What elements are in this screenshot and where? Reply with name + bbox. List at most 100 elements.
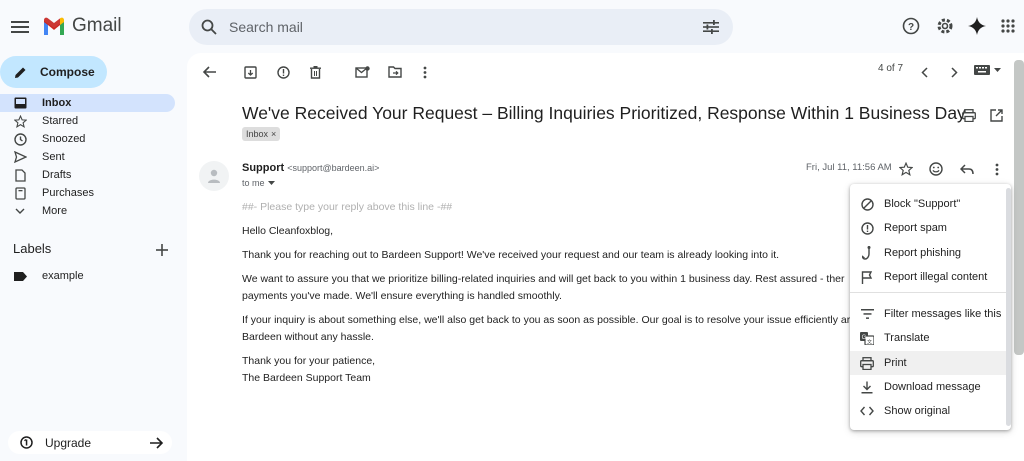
input-tools-button[interactable] — [974, 65, 1001, 75]
chip-label: Inbox — [246, 129, 269, 139]
star-icon — [13, 114, 27, 128]
person-icon — [208, 169, 220, 183]
phishing-icon — [860, 246, 874, 260]
dropdown-arrow-icon — [994, 68, 1001, 72]
print-all-icon[interactable] — [959, 105, 979, 125]
message-more-menu: Block "Support" Report spam Report phish… — [850, 184, 1011, 430]
block-icon — [860, 197, 874, 211]
more-vert-icon[interactable] — [987, 159, 1007, 179]
svg-text:文: 文 — [867, 338, 872, 345]
sidebar-item-purchases[interactable]: Purchases — [0, 184, 175, 202]
sender-info[interactable]: Support <support@bardeen.ai> — [242, 162, 379, 174]
main-menu-icon[interactable] — [10, 17, 30, 37]
help-icon[interactable]: ? — [901, 16, 921, 36]
menu-item-block[interactable]: Block "Support" — [850, 192, 1006, 216]
move-to-icon[interactable] — [385, 62, 405, 82]
keyboard-icon — [974, 65, 990, 75]
menu-item-label: Download message — [884, 381, 981, 393]
gemini-icon[interactable] — [967, 16, 987, 36]
message-subject: We've Received Your Request – Billing In… — [242, 103, 966, 123]
add-label-icon[interactable] — [152, 240, 172, 260]
arrow-right-icon — [150, 436, 164, 449]
recipient-details[interactable]: to me — [242, 178, 275, 188]
delete-icon[interactable] — [305, 62, 325, 82]
menu-item-label: Print — [884, 357, 907, 369]
chevron-down-icon — [13, 204, 27, 218]
menu-item-report-spam[interactable]: Report spam — [850, 216, 1006, 240]
menu-item-label: Report illegal content — [884, 271, 988, 283]
menu-item-label: Show original — [884, 405, 951, 417]
message-date: Fri, Jul 11, 11:56 AM — [806, 162, 892, 173]
translate-icon: G文 — [860, 331, 874, 345]
menu-item-report-phishing[interactable]: Report phishing — [850, 241, 1006, 265]
upgrade-button[interactable]: Upgrade — [8, 431, 172, 454]
remove-label-icon[interactable]: × — [271, 129, 276, 139]
menu-item-translate[interactable]: G文 Translate — [850, 326, 1006, 350]
pencil-icon — [15, 67, 26, 78]
purchases-icon — [13, 186, 27, 200]
sidebar-item-snoozed[interactable]: Snoozed — [0, 130, 175, 148]
menu-item-report-illegal[interactable]: Report illegal content — [850, 265, 1006, 289]
svg-text:G: G — [862, 335, 867, 341]
upgrade-icon — [20, 436, 33, 449]
sidebar-label-example[interactable]: example — [0, 267, 175, 285]
sidebar-item-label: Purchases — [42, 187, 94, 199]
settings-icon[interactable] — [935, 16, 955, 36]
sidebar-item-drafts[interactable]: Drafts — [0, 166, 175, 184]
report-spam-icon[interactable] — [273, 62, 293, 82]
menu-item-label: Report phishing — [884, 247, 962, 259]
newer-chevron-icon[interactable] — [914, 62, 934, 82]
search-bar[interactable] — [189, 9, 733, 45]
apps-grid-icon[interactable] — [998, 16, 1018, 36]
pager-text: 4 of 7 — [878, 63, 904, 74]
inbox-label-chip: Inbox × — [242, 127, 281, 141]
sender-name: Support — [242, 162, 285, 174]
search-options-icon[interactable] — [701, 17, 721, 37]
reply-icon[interactable] — [957, 159, 977, 179]
labels-heading: Labels — [13, 241, 52, 256]
older-chevron-icon[interactable] — [944, 62, 964, 82]
menu-item-label: Report spam — [884, 222, 947, 234]
menu-item-print[interactable]: Print — [850, 351, 1006, 375]
code-icon — [860, 404, 874, 418]
dropdown-arrow-icon — [267, 181, 275, 185]
open-in-new-window-icon[interactable] — [986, 105, 1006, 125]
sidebar-item-label: example — [42, 270, 84, 282]
download-icon — [860, 380, 874, 394]
search-input[interactable] — [229, 17, 669, 37]
archive-icon[interactable] — [240, 62, 260, 82]
menu-scrollbar[interactable] — [1006, 188, 1011, 426]
sidebar-item-starred[interactable]: Starred — [0, 112, 175, 130]
gmail-logo[interactable]: Gmail — [42, 15, 122, 37]
compose-button[interactable]: Compose — [0, 56, 107, 88]
star-icon[interactable] — [896, 159, 916, 179]
sidebar-item-label: Sent — [42, 151, 65, 163]
menu-item-show-original[interactable]: Show original — [850, 399, 1006, 423]
send-icon — [13, 150, 27, 164]
menu-item-filter[interactable]: Filter messages like this — [850, 302, 1006, 326]
sidebar-item-inbox[interactable]: Inbox — [0, 94, 175, 112]
menu-item-download[interactable]: Download message — [850, 375, 1006, 399]
sidebar-item-label: Starred — [42, 115, 79, 127]
back-arrow-icon[interactable] — [199, 62, 219, 82]
app-name: Gmail — [72, 15, 122, 36]
page-scrollbar[interactable] — [1014, 60, 1024, 355]
sidebar-item-label: Inbox — [42, 97, 72, 109]
recipient-text: to me — [242, 178, 265, 188]
sidebar-item-label: More — [42, 205, 68, 217]
sidebar-item-sent[interactable]: Sent — [0, 148, 175, 166]
more-vert-icon[interactable] — [415, 62, 435, 82]
sidebar-item-label: Drafts — [42, 169, 72, 181]
sidebar-item-label: Snoozed — [42, 133, 86, 145]
gmail-m-icon — [44, 17, 64, 35]
emoji-reaction-icon[interactable] — [926, 159, 946, 179]
menu-item-label: Filter messages like this — [884, 308, 1002, 320]
filter-icon — [860, 307, 874, 321]
sidebar-item-more[interactable]: More — [0, 202, 175, 220]
search-icon[interactable] — [199, 17, 219, 37]
menu-item-label: Block "Support" — [884, 198, 961, 210]
avatar — [199, 161, 229, 191]
print-icon — [860, 356, 874, 370]
mark-unread-icon[interactable] — [352, 62, 372, 82]
clock-icon — [13, 132, 27, 146]
